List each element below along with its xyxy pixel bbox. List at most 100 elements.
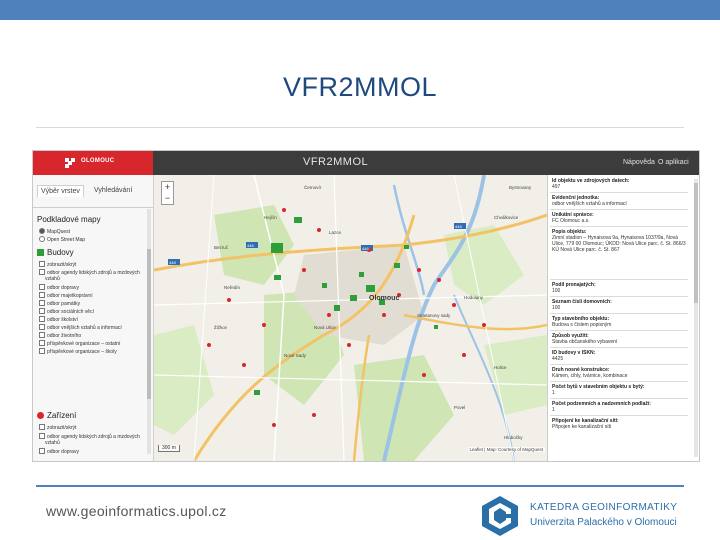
checkbox-icon[interactable]: [39, 261, 45, 267]
checkbox-icon[interactable]: [39, 424, 45, 430]
road-badge: 446: [362, 246, 369, 251]
checkbox-icon[interactable]: [39, 340, 45, 346]
app-screenshot: OLOMOUC VFR2MMOL Nápověda O aplikaci Výb…: [32, 150, 700, 462]
info-row: Seznam číslí domovních: 100: [552, 299, 612, 311]
info-divider: [550, 415, 688, 416]
info-row: Připojení ke kanalizační síti: Připojen …: [552, 418, 619, 430]
buildings-item[interactable]: odbor životního: [39, 332, 81, 339]
checkbox-icon[interactable]: [39, 284, 45, 290]
map-attribution[interactable]: Leaflet | Map: Courtesy of MapQuest: [467, 447, 545, 452]
map-label: Černovír: [304, 185, 322, 190]
map-label: Smetanovy sady: [417, 313, 451, 318]
facilities-toggle[interactable]: zobrazit/skrýt: [39, 424, 76, 431]
buildings-item[interactable]: příspěvkové organizace – ostatní: [39, 340, 120, 347]
nav-about[interactable]: O aplikaci: [658, 159, 689, 166]
buildings-item[interactable]: odbor majetkoprávní: [39, 292, 93, 299]
buildings-item[interactable]: příspěvkové organizace – školy: [39, 348, 117, 355]
zoom-control: + −: [161, 181, 174, 205]
radio-icon[interactable]: [39, 236, 45, 242]
department-name: KATEDRA GEOINFORMATIKY: [530, 502, 678, 513]
info-divider: [550, 313, 688, 314]
info-divider: [550, 398, 688, 399]
city-logo-icon: [65, 158, 75, 168]
info-scroll-thumb[interactable]: [694, 183, 698, 303]
checkbox-icon[interactable]: [39, 269, 45, 275]
facilities-item[interactable]: odbor agendy lidských zdrojů a mzdových: [39, 433, 140, 440]
info-divider: [550, 364, 688, 365]
buildings-heading: Budovy: [37, 248, 74, 257]
buildings-item[interactable]: odbor agendy lidských zdrojů a mzdových: [39, 269, 140, 276]
facilities-item-subline: vztahů: [45, 440, 60, 446]
feature-info-panel: Id objektu ve zdrojových datech: 497 Evi…: [547, 175, 699, 461]
zoom-in-button[interactable]: +: [162, 182, 173, 193]
checkbox-icon[interactable]: [39, 348, 45, 354]
map-label: Chválkovice: [494, 215, 519, 220]
slide-title: VFR2MMOL: [282, 72, 438, 102]
title-divider: [36, 127, 684, 128]
sidebar-scroll-thumb[interactable]: [147, 249, 151, 399]
info-row: Unikátní správce: FC Olomouc a.s.: [552, 212, 594, 224]
map-canvas: [154, 175, 547, 461]
info-divider: [550, 296, 688, 297]
buildings-item[interactable]: odbor vnějších vztahů a informací: [39, 324, 122, 331]
checkbox-icon[interactable]: [39, 324, 45, 330]
road-badge: 446: [247, 243, 254, 248]
olomouc-logo[interactable]: OLOMOUC: [33, 151, 153, 175]
checkbox-icon[interactable]: [39, 433, 45, 439]
nav-help[interactable]: Nápověda: [623, 159, 655, 166]
buildings-item[interactable]: odbor památky: [39, 300, 80, 307]
checkbox-icon[interactable]: [39, 292, 45, 298]
map-label: Lazce: [329, 230, 342, 235]
facilities-layer-icon: [37, 412, 44, 419]
map-label: Povel: [454, 405, 466, 410]
slide-top-bar: [0, 0, 720, 20]
checkbox-icon[interactable]: [39, 332, 45, 338]
info-divider: [550, 279, 688, 280]
buildings-item[interactable]: odbor sociálních věcí: [39, 308, 94, 315]
footer-divider: [36, 485, 684, 487]
map-view[interactable]: + − Olomouc Bezruč Žižkov Smetanovy sady…: [154, 175, 547, 461]
layer-sidebar: Výběr vrstev Vyhledávání Podkladové mapy…: [33, 175, 154, 461]
radio-selected-icon[interactable]: [39, 228, 45, 234]
department-logo-icon: [482, 496, 518, 536]
checkbox-icon[interactable]: [39, 308, 45, 314]
basemaps-heading: Podkladové mapy: [37, 215, 101, 224]
checkbox-icon[interactable]: [39, 448, 45, 454]
map-label: Neředín: [224, 285, 241, 290]
info-divider: [550, 381, 688, 382]
info-row: Evidenční jednotka: odbor vnějších vztah…: [552, 195, 627, 207]
buildings-item[interactable]: odbor školství: [39, 316, 78, 323]
info-row: Počet bytů v stavebním objektu s bytý: 1: [552, 384, 645, 396]
info-divider: [550, 226, 688, 227]
info-row: ID budovy v ISKN: 4425: [552, 350, 596, 362]
map-label: Holice: [494, 365, 507, 370]
buildings-toggle[interactable]: zobrazit/skrýt: [39, 261, 76, 268]
checkbox-icon[interactable]: [39, 316, 45, 322]
tab-layers[interactable]: Výběr vrstev: [37, 185, 84, 197]
map-label: Nové Sady: [284, 353, 307, 358]
road-badge: 448: [455, 224, 462, 229]
sidebar-tabs: Výběr vrstev Vyhledávání: [33, 175, 153, 208]
info-divider: [550, 347, 688, 348]
basemap-option-mapquest[interactable]: MapQuest: [39, 228, 70, 235]
buildings-layer-icon: [37, 249, 44, 256]
buildings-item-subline: vztahů: [45, 276, 60, 282]
map-label: Hejčín: [264, 215, 277, 220]
info-row: Počet podzemních a nadzemních podlaží: 1: [552, 401, 651, 413]
map-label: Nová Ulice: [314, 325, 336, 330]
map-scale-bar: 300 m: [158, 445, 180, 452]
info-row: Id objektu ve zdrojových datech: 497: [552, 178, 630, 190]
facilities-item[interactable]: odbor dopravy: [39, 448, 79, 455]
info-divider: [550, 330, 688, 331]
checkbox-icon[interactable]: [39, 300, 45, 306]
sidebar-scrollbar[interactable]: [147, 209, 151, 454]
road-badge: 448: [169, 260, 176, 265]
info-scrollbar[interactable]: [694, 179, 698, 457]
tab-search[interactable]: Vyhledávání: [91, 185, 135, 196]
info-divider: [550, 192, 688, 193]
buildings-item[interactable]: odbor dopravy: [39, 284, 79, 291]
basemap-option-osm[interactable]: Open Street Map: [39, 236, 85, 243]
footer-url[interactable]: www.geoinformatics.upol.cz: [46, 503, 227, 519]
logo-text: OLOMOUC: [81, 158, 115, 164]
zoom-out-button[interactable]: −: [162, 193, 173, 204]
